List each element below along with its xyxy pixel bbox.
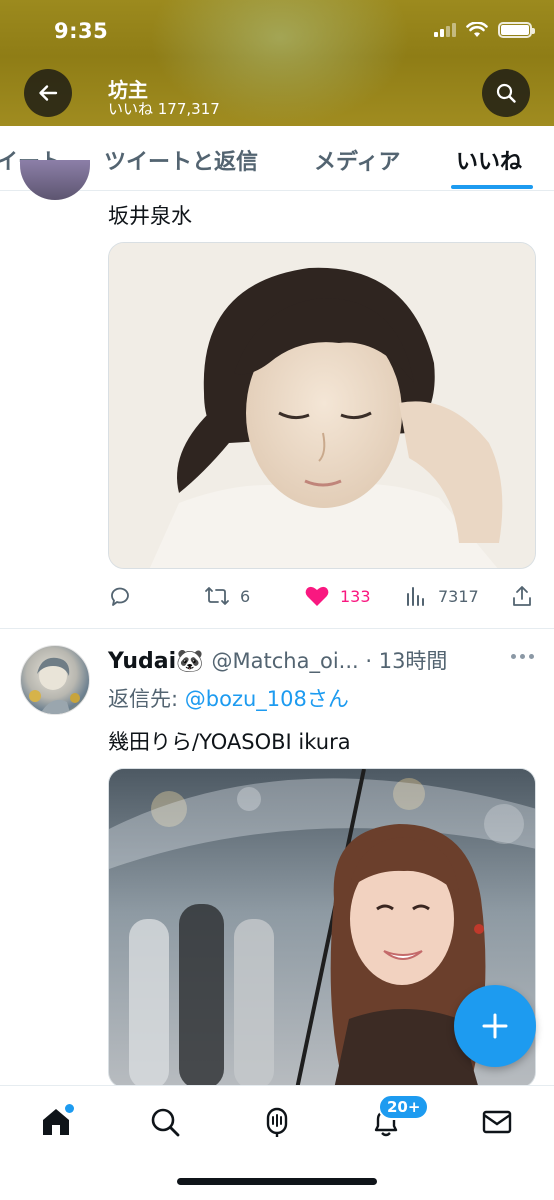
- reply-button[interactable]: [108, 584, 142, 608]
- retweet-icon: [205, 587, 229, 605]
- nav-messages[interactable]: [477, 1102, 517, 1142]
- display-name[interactable]: Yudai🐼: [108, 649, 204, 674]
- like-count: 133: [340, 586, 371, 606]
- notification-badge: 20+: [378, 1094, 430, 1120]
- tab-likes[interactable]: いいね: [456, 144, 522, 176]
- profile-header: 9:35 坊主 いいね 177,317: [0, 0, 554, 126]
- mail-icon: [482, 1110, 512, 1134]
- tab-media[interactable]: メディア: [314, 144, 400, 176]
- back-button[interactable]: [24, 69, 72, 117]
- arrow-left-icon: [39, 85, 58, 101]
- reply-context: 返信先: @bozu_108さん: [108, 683, 349, 713]
- microphone-icon: [266, 1107, 288, 1137]
- heart-filled-icon: [305, 586, 329, 606]
- tweet-actions: 6 133 7317: [108, 584, 536, 610]
- retweet-count: 6: [240, 586, 251, 606]
- status-icons: [434, 22, 535, 38]
- views-button[interactable]: 7317: [404, 584, 479, 608]
- tweet-text: 幾田りら/YOASOBI ikura: [108, 730, 351, 754]
- portrait-photo: [109, 243, 535, 568]
- tweet-text: 坂井泉水: [108, 204, 192, 228]
- tab-tweets-and-replies[interactable]: ツイートと返信: [104, 144, 258, 176]
- reply-mention-link[interactable]: @bozu_108さん: [185, 687, 349, 711]
- reply-icon: [111, 587, 129, 606]
- views-count: 7317: [438, 586, 479, 606]
- reply-prefix: 返信先:: [108, 687, 185, 711]
- tweet-image[interactable]: [108, 242, 536, 569]
- wifi-icon: [466, 22, 488, 37]
- more-icon[interactable]: [511, 654, 534, 659]
- compose-tweet-button[interactable]: [454, 985, 536, 1067]
- plus-icon: [482, 1013, 508, 1039]
- search-button[interactable]: [482, 69, 530, 117]
- tweet-divider: [0, 628, 554, 629]
- avatar-illustration: [29, 657, 80, 714]
- share-button[interactable]: [510, 584, 534, 608]
- nav-spaces[interactable]: [257, 1102, 297, 1142]
- battery-icon: [498, 22, 535, 38]
- home-notification-dot: [65, 1104, 74, 1113]
- nav-home[interactable]: [36, 1102, 76, 1142]
- retweet-button[interactable]: 6: [204, 584, 250, 608]
- views-chart-icon: [407, 587, 424, 606]
- likes-count: いいね 177,317: [108, 100, 220, 118]
- avatar[interactable]: [20, 645, 90, 715]
- active-tab-indicator: [451, 185, 533, 189]
- avatar[interactable]: [20, 160, 90, 200]
- cellular-signal-icon: [434, 23, 456, 37]
- nav-search[interactable]: [145, 1102, 185, 1142]
- search-icon: [496, 83, 516, 103]
- status-time: 9:35: [54, 19, 109, 43]
- tweet-header: Yudai🐼 @Matcha_oi... · 13時間: [108, 645, 447, 675]
- like-button[interactable]: 133: [304, 584, 371, 608]
- share-icon: [513, 586, 531, 606]
- handle-and-time[interactable]: @Matcha_oi... · 13時間: [212, 645, 448, 675]
- search-icon: [151, 1108, 180, 1137]
- home-indicator[interactable]: [177, 1178, 377, 1185]
